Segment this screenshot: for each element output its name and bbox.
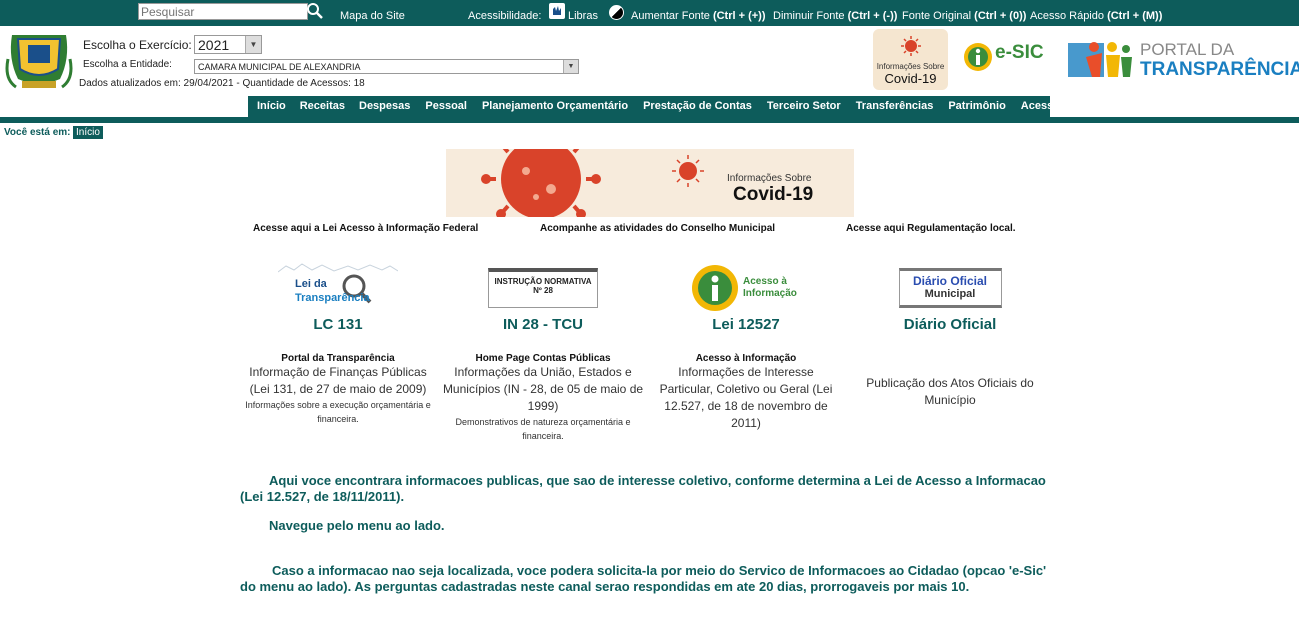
card-note: Informações sobre a execução orçamentári… xyxy=(245,400,431,424)
card-description: Informação de Finanças Públicas (Lei 131… xyxy=(249,365,427,396)
nav-item-prestacao[interactable]: Prestação de Contas xyxy=(643,96,752,117)
chevron-down-icon[interactable]: ▼ xyxy=(245,36,261,53)
municipal-crest-icon xyxy=(5,35,73,89)
card-subtitle: Acesso à Informação xyxy=(695,353,797,364)
updated-info: Dados atualizados em: 29/04/2021 - Quant… xyxy=(79,78,365,89)
card-description: Informações de Interesse Particular, Col… xyxy=(659,365,833,430)
entity-value: CAMARA MUNICIPAL DE ALEXANDRIA xyxy=(198,62,361,72)
original-font-label: Fonte Original xyxy=(902,10,972,22)
increase-font-link[interactable]: Aumentar Fonte (Ctrl + (+)) xyxy=(631,10,766,22)
lei-logo-line2: Transparência xyxy=(295,292,370,304)
contrast-icon[interactable] xyxy=(609,5,624,20)
card-title[interactable]: LC 131 xyxy=(242,316,434,333)
increase-font-label: Aumentar Fonte xyxy=(631,10,710,22)
nav-item-terceiro-setor[interactable]: Terceiro Setor xyxy=(767,96,841,117)
quicklink-regulamentacao[interactable]: Acesse aqui Regulamentação local. xyxy=(846,223,1016,234)
navigate-paragraph: Navegue pelo menu ao lado. xyxy=(269,518,445,533)
decrease-font-link[interactable]: Diminuir Fonte (Ctrl + (-)) xyxy=(773,10,897,22)
lei-transparencia-logo: Lei da Transparência xyxy=(278,262,398,308)
nav-item-planejamento[interactable]: Planejamento Orçamentário xyxy=(482,96,628,117)
card-description: Publicação dos Atos Oficiais do Municípi… xyxy=(866,376,1034,407)
portal-transparencia-logo[interactable]: PORTAL DA TRANSPARÊNCIA xyxy=(1066,37,1299,83)
in-logo-line1: INSTRUÇÃO NORMATIVA xyxy=(494,277,592,286)
libras-link[interactable]: Libras xyxy=(568,10,598,22)
quicklink-conselho[interactable]: Acompanhe as atividades do Conselho Muni… xyxy=(540,223,775,234)
decrease-font-shortcut: (Ctrl + (-)) xyxy=(847,10,898,22)
nav-item-despesas[interactable]: Despesas xyxy=(359,96,410,117)
card-title[interactable]: Lei 12527 xyxy=(651,316,841,333)
quick-access-shortcut: (Ctrl + (M)) xyxy=(1107,10,1163,22)
card-subtitle: Portal da Transparência xyxy=(281,353,395,364)
card-title[interactable]: IN 28 - TCU xyxy=(441,316,645,333)
diario-logo-line1: Diário Oficial xyxy=(912,274,988,288)
in-logo-line2: Nº 28 xyxy=(533,286,553,295)
original-font-link[interactable]: Fonte Original (Ctrl + (0)) xyxy=(902,10,1026,22)
instrucao-normativa-logo: INSTRUÇÃO NORMATIVA Nº 28 xyxy=(488,268,598,308)
nav-item-acesso[interactable]: Acesso à Informação xyxy=(1021,96,1132,117)
quick-access-link[interactable]: Acesso Rápido (Ctrl + (M)) xyxy=(1030,10,1162,22)
intro-paragraph: Aqui voce encontrara informacoes publica… xyxy=(240,473,1046,504)
increase-font-shortcut: (Ctrl + (+)) xyxy=(712,10,766,22)
acesso-logo-line1: Acesso à xyxy=(743,276,787,287)
esic-logo[interactable]: e-SIC xyxy=(963,40,1047,74)
covid-badge[interactable]: Informações Sobre Covid-19 xyxy=(873,29,948,90)
card-note: Demonstrativos de natureza orçamentária … xyxy=(455,417,631,441)
libras-icon[interactable] xyxy=(549,3,565,19)
quicklink-lei-federal[interactable]: Acesse aqui a Lei Acesso à Informação Fe… xyxy=(253,223,478,234)
breadcrumb-current[interactable]: Início xyxy=(73,126,103,139)
nav-item-inicio[interactable]: Início xyxy=(257,96,286,117)
esic-text: e-SIC xyxy=(995,42,1044,63)
card-diario-oficial[interactable]: Diário Oficial Municipal Diário Oficial … xyxy=(855,262,1045,409)
quick-access-label: Acesso Rápido xyxy=(1030,10,1104,22)
accessibility-label: Acessibilidade: xyxy=(468,10,542,22)
decrease-font-label: Diminuir Fonte xyxy=(773,10,845,22)
exercise-label: Escolha o Exercício: xyxy=(83,38,192,52)
portal-line2: TRANSPARÊNCIA xyxy=(1140,59,1299,80)
chevron-down-icon[interactable]: ▼ xyxy=(563,60,578,73)
info-icon xyxy=(964,43,992,71)
card-in28[interactable]: INSTRUÇÃO NORMATIVA Nº 28 IN 28 - TCU Ho… xyxy=(441,262,645,443)
people-icon xyxy=(1068,42,1132,77)
card-description: Informações da União, Estados e Municípi… xyxy=(442,365,644,413)
entity-label: Escolha a Entidade: xyxy=(83,59,172,70)
sitemap-link[interactable]: Mapa do Site xyxy=(340,10,405,22)
acesso-logo-line2: Informação xyxy=(743,288,797,299)
nav-item-pessoal[interactable]: Pessoal xyxy=(425,96,467,117)
banner-line2: Covid-19 xyxy=(733,184,814,205)
nav-item-receitas[interactable]: Receitas xyxy=(300,96,345,117)
top-bar: Mapa do Site Acessibilidade: Libras Aume… xyxy=(0,0,1299,26)
breadcrumb-label: Você está em: xyxy=(4,127,71,138)
lei-logo-line1: Lei da xyxy=(295,278,327,290)
card-lc131[interactable]: Lei da Transparência LC 131 Portal da Tr… xyxy=(242,262,434,426)
portal-line1: PORTAL DA xyxy=(1140,40,1235,59)
nav-item-transferencias[interactable]: Transferências xyxy=(856,96,934,117)
card-title[interactable]: Diário Oficial xyxy=(855,316,1045,333)
nav-item-patrimonio[interactable]: Patrimônio xyxy=(948,96,1005,117)
banner-line1: Informações Sobre xyxy=(727,173,812,184)
info-icon xyxy=(692,265,738,311)
virus-icon xyxy=(900,36,921,56)
card-subtitle: Home Page Contas Públicas xyxy=(475,353,611,364)
entity-select[interactable]: CAMARA MUNICIPAL DE ALEXANDRIA ▼ xyxy=(194,59,579,74)
exercise-value: 2021 xyxy=(198,37,230,53)
nav-divider xyxy=(0,117,1299,123)
covid-badge-line1: Informações Sobre xyxy=(876,62,945,71)
diario-oficial-logo: Diário Oficial Municipal xyxy=(898,268,1002,308)
covid-badge-line2: Covid-19 xyxy=(884,71,937,86)
covid-banner[interactable]: Informações Sobre Covid-19 xyxy=(446,149,854,217)
main-nav: Início Receitas Despesas Pessoal Planeja… xyxy=(248,96,1131,117)
card-lei12527[interactable]: Acesso à Informação Lei 12527 Acesso à I… xyxy=(651,262,841,432)
diario-logo-line2: Municipal xyxy=(924,288,976,300)
original-font-shortcut: (Ctrl + (0)) xyxy=(974,10,1027,22)
acesso-informacao-logo: Acesso à Informação xyxy=(691,262,801,312)
search-input[interactable] xyxy=(138,3,308,20)
exercise-select[interactable]: 2021 ▼ xyxy=(194,35,262,54)
request-paragraph: Caso a informacao nao seja localizada, v… xyxy=(240,563,1047,594)
search-icon[interactable] xyxy=(306,2,324,20)
